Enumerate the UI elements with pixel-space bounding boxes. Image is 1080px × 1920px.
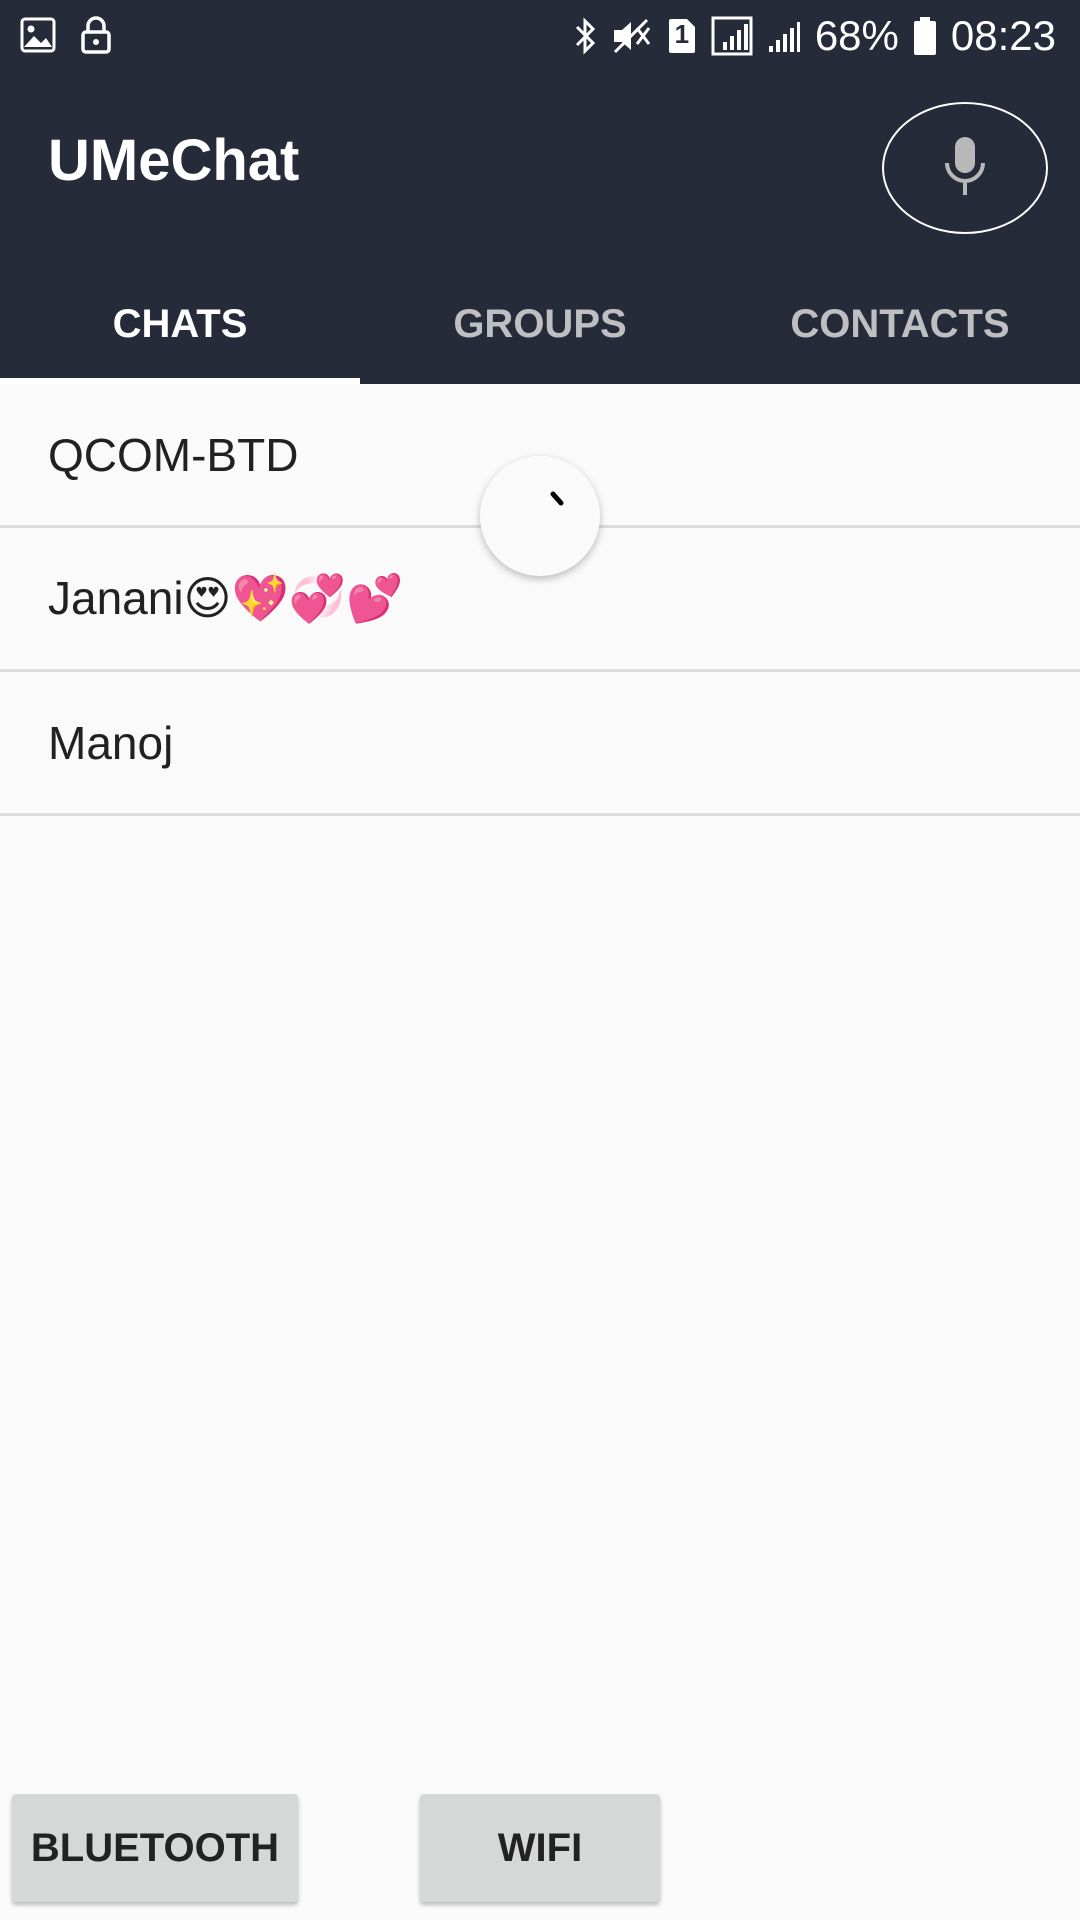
tab-chats[interactable]: CHATS <box>0 264 360 384</box>
bluetooth-button[interactable]: BLUETOOTH <box>12 1794 298 1902</box>
sim-label: 1 <box>674 19 690 49</box>
loading-spinner <box>480 456 600 576</box>
app-title: UMeChat <box>48 128 300 193</box>
status-time: 08:23 <box>950 12 1056 59</box>
wifi-button-label: WIFI <box>497 1825 583 1870</box>
tab-bar: CHATS GROUPS CONTACTS <box>0 264 1080 384</box>
chat-name: Manoj <box>48 716 174 769</box>
signal-icon <box>711 16 753 56</box>
signal-icon <box>767 16 801 56</box>
list-item[interactable]: Manoj <box>0 672 1080 816</box>
chat-name: Janani😍💖💞💕 <box>48 572 404 624</box>
spinner-arc-icon <box>550 491 564 506</box>
status-bar-right: 1 68% 08:23 <box>573 10 1056 62</box>
tab-groups[interactable]: GROUPS <box>360 264 720 384</box>
chat-name: QCOM-BTD <box>48 428 299 481</box>
tab-contacts-label: CONTACTS <box>790 301 1010 346</box>
wifi-button[interactable]: WIFI <box>420 1794 660 1902</box>
tab-chats-label: CHATS <box>112 301 248 346</box>
status-bar-left <box>20 16 112 54</box>
battery-icon <box>913 16 937 56</box>
status-bar: 1 68% 08:23 <box>0 0 1080 72</box>
mute-icon <box>611 16 653 56</box>
battery-percent: 68% <box>814 12 899 59</box>
voice-input-button[interactable] <box>882 102 1048 234</box>
lock-icon <box>80 16 112 54</box>
mic-icon <box>941 135 989 201</box>
tab-contacts[interactable]: CONTACTS <box>720 264 1080 384</box>
app-root: 1 68% 08:23 UMeChat CHATS GROUPS CONTACT… <box>0 0 1080 1920</box>
bluetooth-icon <box>573 16 597 56</box>
app-bar: UMeChat CHATS GROUPS CONTACTS <box>0 72 1080 384</box>
bluetooth-button-label: BLUETOOTH <box>30 1825 280 1870</box>
sim-icon: 1 <box>667 17 697 55</box>
tab-groups-label: GROUPS <box>453 301 627 346</box>
chat-list: QCOM-BTD Janani😍💖💞💕 Manoj <box>0 384 1080 816</box>
image-icon <box>20 17 56 53</box>
